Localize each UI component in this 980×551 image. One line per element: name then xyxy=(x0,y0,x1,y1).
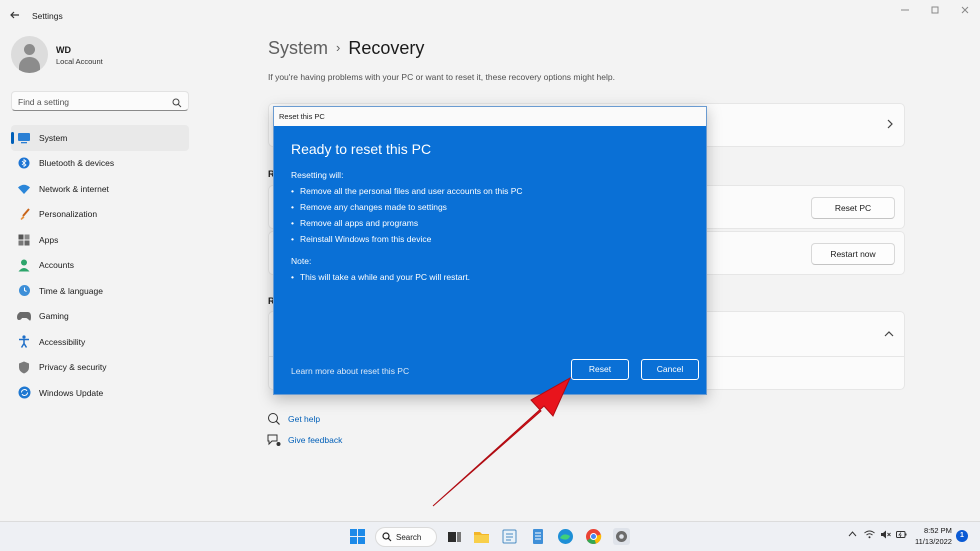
sidebar-item-gaming[interactable]: Gaming xyxy=(11,304,189,330)
page-description: If you're having problems with your PC o… xyxy=(268,72,615,82)
settings-app-icon[interactable] xyxy=(613,528,630,545)
cancel-button[interactable]: Cancel xyxy=(641,359,699,380)
chevron-up-icon[interactable] xyxy=(884,330,894,341)
avatar-head xyxy=(24,44,35,55)
sidebar-item-system[interactable]: System xyxy=(11,125,189,151)
breadcrumb-parent[interactable]: System xyxy=(268,38,328,58)
page-title: Recovery xyxy=(348,38,425,58)
wifi-icon xyxy=(17,182,31,196)
reset-pc-button[interactable]: Reset PC xyxy=(811,197,895,219)
breadcrumb-separator: › xyxy=(336,40,341,55)
chrome-browser-icon[interactable] xyxy=(585,528,602,545)
search-icon xyxy=(382,532,392,542)
taskbar-search-label: Search xyxy=(396,532,422,542)
sidebar-item-personalization[interactable]: Personalization xyxy=(11,202,189,228)
start-icon[interactable] xyxy=(349,528,366,545)
notepad-icon[interactable] xyxy=(529,528,546,545)
accessibility-icon xyxy=(17,335,31,349)
search-box[interactable] xyxy=(11,91,189,111)
update-icon xyxy=(17,386,31,400)
dialog-heading: Ready to reset this PC xyxy=(291,141,432,157)
speaker-muted-icon[interactable] xyxy=(880,530,891,541)
reset-bullet: Remove any changes made to settings xyxy=(291,202,447,212)
sidebar-item-accessibility[interactable]: Accessibility xyxy=(11,329,189,355)
get-help-label: Get help xyxy=(288,414,321,424)
taskbar-search[interactable]: Search xyxy=(375,527,437,547)
sidebar-item-privacy[interactable]: Privacy & security xyxy=(11,355,189,381)
sidebar-item-label: Privacy & security xyxy=(39,362,107,373)
clock-time[interactable]: 8:52 PM xyxy=(924,526,952,535)
clock-date[interactable]: 11/13/2022 xyxy=(915,537,952,546)
wifi-icon[interactable] xyxy=(864,530,875,541)
note-bullet: This will take a while and your PC will … xyxy=(291,272,470,282)
sidebar-item-label: Network & internet xyxy=(39,183,109,194)
profile-name: WD xyxy=(56,45,71,55)
close-button[interactable] xyxy=(958,5,972,19)
task-view-icon[interactable] xyxy=(446,528,463,545)
sidebar-item-label: Time & language xyxy=(39,285,103,296)
sidebar-item-apps[interactable]: Apps xyxy=(11,227,189,253)
feedback-icon xyxy=(267,433,281,447)
sidebar-item-windows-update[interactable]: Windows Update xyxy=(11,380,189,406)
sidebar-item-bluetooth[interactable]: Bluetooth & devices xyxy=(11,151,189,177)
battery-icon[interactable] xyxy=(896,530,907,541)
sidebar-item-label: Windows Update xyxy=(39,387,104,398)
chevron-up-icon[interactable] xyxy=(848,530,857,540)
title-bar: Settings xyxy=(0,0,980,32)
sidebar-item-accounts[interactable]: Accounts xyxy=(11,253,189,279)
back-arrow-icon[interactable] xyxy=(9,9,23,23)
sidebar-item-label: Gaming xyxy=(39,311,69,322)
sidebar-item-label: Personalization xyxy=(39,209,98,220)
file-explorer-icon[interactable] xyxy=(473,528,490,545)
apps-grid-icon xyxy=(17,233,31,247)
search-input[interactable] xyxy=(12,93,162,111)
dialog-title: Reset this PC xyxy=(274,107,706,126)
breadcrumb: System › Recovery xyxy=(268,38,424,59)
shield-icon xyxy=(17,360,31,374)
learn-more-link[interactable]: Learn more about reset this PC xyxy=(291,366,409,376)
notification-badge[interactable]: 1 xyxy=(956,530,968,542)
sidebar-item-time-language[interactable]: Time & language xyxy=(11,278,189,304)
bluetooth-icon xyxy=(17,156,31,170)
maximize-button[interactable] xyxy=(928,5,942,19)
notes-app-icon[interactable] xyxy=(501,528,518,545)
app-title: Settings xyxy=(32,11,63,21)
reset-bullet: Reinstall Windows from this device xyxy=(291,234,431,244)
give-feedback-link[interactable]: Give feedback xyxy=(267,433,342,447)
note-label: Note: xyxy=(291,256,312,266)
chevron-right-icon xyxy=(886,119,894,132)
system-monitor-icon xyxy=(17,131,31,145)
sidebar-item-label: Accessibility xyxy=(39,336,86,347)
edge-browser-icon[interactable] xyxy=(557,528,574,545)
reset-button[interactable]: Reset xyxy=(571,359,629,380)
reset-bullet: Remove all apps and programs xyxy=(291,218,418,228)
globe-clock-icon xyxy=(17,284,31,298)
reset-dialog: Reset this PC Ready to reset this PC Res… xyxy=(273,106,707,395)
avatar-body xyxy=(19,57,40,73)
restart-now-button[interactable]: Restart now xyxy=(811,243,895,265)
reset-bullet: Remove all the personal files and user a… xyxy=(291,186,523,196)
search-icon[interactable] xyxy=(172,95,182,108)
sidebar-item-label: Bluetooth & devices xyxy=(39,158,115,169)
profile-account-type: Local Account xyxy=(56,57,103,66)
sidebar-nav: System Bluetooth & devices Network & int… xyxy=(11,125,189,406)
resetting-label: Resetting will: xyxy=(291,170,344,180)
sidebar-item-label: Apps xyxy=(39,234,59,245)
brush-icon xyxy=(17,207,31,221)
gamepad-icon xyxy=(17,309,31,323)
give-feedback-label: Give feedback xyxy=(288,435,343,445)
taskbar: Search 8:52 PM 11/13/2022 1 xyxy=(0,521,980,551)
help-chat-icon xyxy=(267,412,281,426)
sidebar-item-network[interactable]: Network & internet xyxy=(11,176,189,202)
get-help-link[interactable]: Get help xyxy=(267,412,320,426)
sidebar-item-label: System xyxy=(39,132,68,143)
sidebar-item-label: Accounts xyxy=(39,260,74,271)
avatar[interactable] xyxy=(11,36,48,73)
person-icon xyxy=(17,258,31,272)
minimize-button[interactable] xyxy=(898,5,912,19)
